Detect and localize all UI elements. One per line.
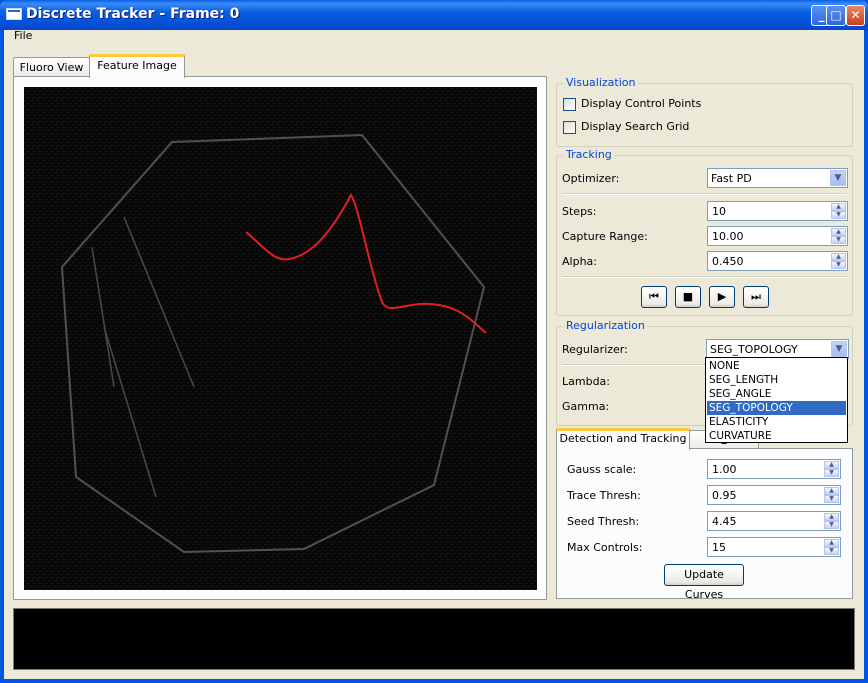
regularizer-value: SEG_TOPOLOGY: [710, 343, 798, 356]
display-search-grid-checkbox[interactable]: [563, 121, 576, 134]
display-control-points-checkbox[interactable]: [563, 98, 576, 111]
spin-up-icon[interactable]: ▲: [831, 203, 846, 211]
seed-thresh-value: 4.45: [712, 515, 737, 528]
stop-button[interactable]: ■: [675, 286, 701, 308]
seed-thresh-spinbox[interactable]: 4.45 ▲ ▼: [707, 511, 841, 531]
spin-down-icon[interactable]: ▼: [824, 495, 839, 503]
capture-range-value: 10.00: [712, 230, 744, 243]
maximize-button[interactable]: □: [826, 5, 846, 26]
trace-thresh-label: Trace Thresh:: [567, 489, 641, 502]
capture-range-spinbox[interactable]: 10.00 ▲ ▼: [707, 226, 848, 246]
spin-down-icon[interactable]: ▼: [831, 211, 846, 219]
option-elasticity[interactable]: ELASTICITY: [707, 415, 846, 429]
separator: [562, 193, 847, 195]
optimizer-label: Optimizer:: [562, 172, 620, 185]
spin-down-icon[interactable]: ▼: [831, 261, 846, 269]
alpha-spinbox[interactable]: 0.450 ▲ ▼: [707, 251, 848, 271]
optimizer-value: Fast PD: [711, 172, 752, 185]
maximize-icon: □: [830, 8, 842, 22]
spin-down-icon[interactable]: ▼: [831, 236, 846, 244]
close-icon: ✕: [850, 8, 861, 22]
gauss-scale-value: 1.00: [712, 463, 737, 476]
option-seg-length[interactable]: SEG_LENGTH: [707, 373, 846, 387]
visualization-title: Visualization: [563, 76, 639, 89]
update-curves-button[interactable]: Update Curves: [664, 564, 744, 601]
spin-up-icon[interactable]: ▲: [824, 487, 839, 495]
display-search-grid-label: Display Search Grid: [581, 120, 690, 133]
spin-up-icon[interactable]: ▲: [831, 228, 846, 236]
separator: [562, 276, 847, 278]
client-area: File Fluoro View Feature Image Visualiza…: [4, 29, 864, 679]
spin-up-icon[interactable]: ▲: [824, 513, 839, 521]
steps-spinbox[interactable]: 10 ▲ ▼: [707, 201, 848, 221]
option-seg-angle[interactable]: SEG_ANGLE: [707, 387, 846, 401]
window-title: Discrete Tracker - Frame: 0: [26, 6, 240, 22]
max-controls-spinbox[interactable]: 15 ▲ ▼: [707, 537, 841, 557]
optimizer-select[interactable]: Fast PD ▼: [707, 168, 848, 188]
capture-range-label: Capture Range:: [562, 230, 648, 243]
tab-fluoro-view[interactable]: Fluoro View: [13, 57, 90, 77]
stop-icon: ■: [682, 290, 694, 303]
minimize-glyph-icon: _: [818, 8, 825, 22]
trace-thresh-spinbox[interactable]: 0.95 ▲ ▼: [707, 485, 841, 505]
menu-bar: File: [4, 29, 864, 46]
spin-down-icon[interactable]: ▼: [824, 547, 839, 555]
trace-thresh-value: 0.95: [712, 489, 737, 502]
visualization-group: Visualization Display Control Points Dis…: [556, 76, 853, 147]
play-button[interactable]: ▶: [709, 286, 735, 308]
lambda-label: Lambda:: [562, 375, 610, 388]
skip-last-button[interactable]: ⏭: [743, 286, 769, 308]
spin-up-icon[interactable]: ▲: [831, 253, 846, 261]
display-control-points-label: Display Control Points: [581, 97, 702, 110]
regularizer-select[interactable]: SEG_TOPOLOGY ▼: [706, 339, 849, 359]
menu-file[interactable]: File: [11, 29, 35, 42]
regularizer-dropdown-list[interactable]: NONE SEG_LENGTH SEG_ANGLE SEG_TOPOLOGY E…: [705, 357, 848, 443]
regularization-title: Regularization: [563, 319, 648, 332]
option-curvature[interactable]: CURVATURE: [707, 429, 846, 443]
skip-back-icon: ⏮: [649, 290, 659, 303]
steps-label: Steps:: [562, 205, 597, 218]
max-controls-label: Max Controls:: [567, 541, 643, 554]
steps-value: 10: [712, 205, 726, 218]
tracking-title: Tracking: [563, 148, 615, 161]
regularizer-label: Regularizer:: [562, 343, 628, 356]
skip-first-button[interactable]: ⏮: [641, 286, 667, 308]
seed-thresh-label: Seed Thresh:: [567, 515, 640, 528]
feature-image-pane: [13, 76, 547, 600]
spin-up-icon[interactable]: ▲: [824, 539, 839, 547]
tab-feature-image[interactable]: Feature Image: [89, 54, 185, 78]
alpha-value: 0.450: [712, 255, 744, 268]
image-background: [24, 87, 537, 590]
feature-image-canvas: [24, 87, 537, 590]
close-button[interactable]: ✕: [846, 5, 865, 26]
play-icon: ▶: [717, 290, 727, 303]
option-none[interactable]: NONE: [707, 359, 846, 373]
app-window-icon: [6, 8, 22, 20]
option-seg-topology[interactable]: SEG_TOPOLOGY: [707, 401, 846, 415]
spin-up-icon[interactable]: ▲: [824, 461, 839, 469]
feature-image-view[interactable]: [24, 87, 537, 590]
max-controls-value: 15: [712, 541, 726, 554]
spin-down-icon[interactable]: ▼: [824, 469, 839, 477]
spin-down-icon[interactable]: ▼: [824, 521, 839, 529]
tracking-group: Tracking Optimizer: Fast PD ▼ Steps: 10 …: [556, 148, 853, 316]
chevron-down-icon[interactable]: ▼: [831, 341, 847, 357]
gauss-scale-spinbox[interactable]: 1.00 ▲ ▼: [707, 459, 841, 479]
gauss-scale-label: Gauss scale:: [567, 463, 637, 476]
tab-detection-and-tracking[interactable]: Detection and Tracking: [556, 428, 690, 450]
skip-forward-icon: ⏭: [751, 290, 761, 303]
chevron-down-icon[interactable]: ▼: [830, 170, 846, 186]
output-console[interactable]: [13, 608, 855, 670]
alpha-label: Alpha:: [562, 255, 597, 268]
gamma-label: Gamma:: [562, 400, 610, 413]
title-bar[interactable]: Discrete Tracker - Frame: 0: [0, 0, 868, 30]
